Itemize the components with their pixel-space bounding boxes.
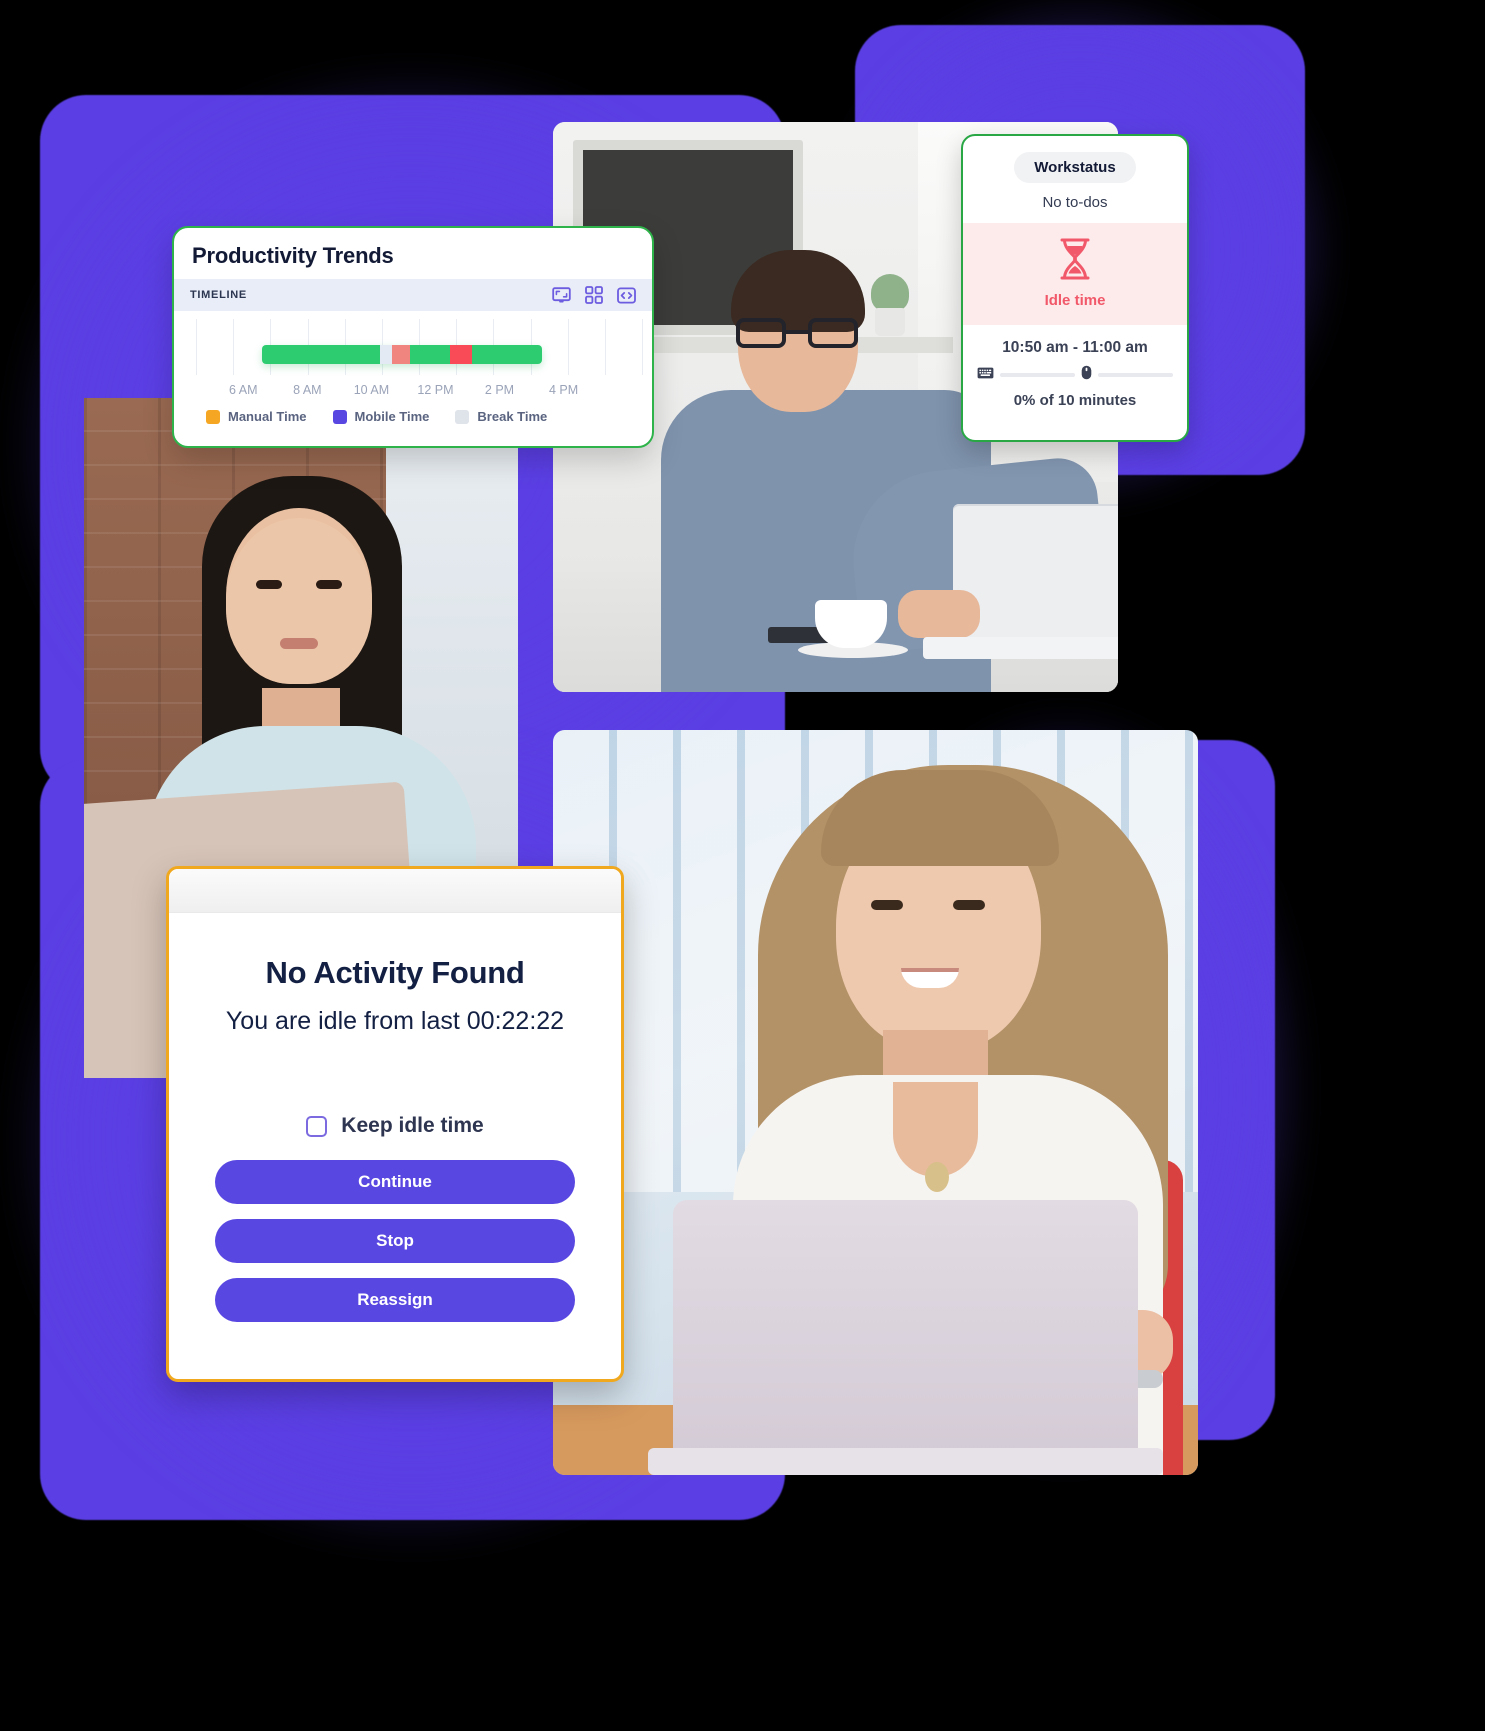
legend-label: Break Time	[477, 409, 548, 424]
legend-item: Mobile Time	[332, 409, 430, 424]
axis-tick-label: 8 AM	[293, 383, 322, 397]
legend-label: Manual Time	[228, 409, 307, 424]
timeline-segment[interactable]	[262, 345, 322, 364]
axis-tick-label: 10 AM	[353, 383, 390, 397]
mouse-activity-track	[1098, 373, 1173, 377]
grid-icon[interactable]	[585, 286, 603, 304]
reassign-button[interactable]: Reassign	[215, 1278, 575, 1322]
photo-woman-smiling-laptop	[553, 730, 1198, 1475]
timeline-segment[interactable]	[409, 345, 450, 364]
legend-label: Mobile Time	[354, 409, 430, 424]
legend-swatch	[455, 409, 470, 424]
timeline-segment[interactable]	[322, 345, 380, 364]
composite-scene: Productivity Trends TIMELINE 6 AM 8 AM 10 …	[0, 0, 1485, 1731]
hourglass-icon	[1055, 238, 1095, 285]
continue-button[interactable]: Continue	[215, 1160, 575, 1204]
legend-swatch	[206, 409, 220, 424]
screen-icon[interactable]	[552, 286, 571, 304]
chart-x-axis: 6 AM 8 AM 10 AM 12 PM 2 PM 4 PM	[174, 383, 652, 399]
dialog-actions: Continue Stop Reassign	[169, 1138, 621, 1322]
keyboard-icon	[977, 366, 994, 384]
dialog-subtitle: You are idle from last 00:22:22	[225, 1007, 565, 1035]
timeline-track[interactable]	[262, 345, 542, 364]
productivity-trends-card: Productivity Trends TIMELINE 6 AM 8 AM 10 …	[172, 226, 654, 448]
workstatus-card: Workstatus No to-dos Idle time 10:50 am …	[961, 134, 1189, 442]
chart-legend: Manual Time Mobile Time Break Time	[174, 403, 652, 424]
status-badge: Idle time	[1044, 292, 1106, 309]
mouse-icon	[1081, 365, 1092, 385]
axis-tick-label: 6 AM	[229, 383, 258, 397]
todos-status: No to-dos	[1042, 194, 1108, 211]
legend-item: Break Time	[455, 409, 547, 424]
legend-swatch	[332, 409, 347, 424]
keyboard-activity-track	[1000, 373, 1075, 377]
dialog-titlebar	[169, 869, 621, 913]
progress-text: 0% of 10 minutes	[1013, 392, 1137, 409]
legend-item: Manual Time	[206, 409, 307, 424]
no-activity-dialog: No Activity Found You are idle from last…	[166, 866, 624, 1382]
timeline-segment[interactable]	[392, 345, 410, 364]
axis-tick-label: 4 PM	[548, 383, 579, 397]
dialog-title: No Activity Found	[265, 955, 525, 990]
idle-status-panel: Idle time	[963, 223, 1187, 325]
keep-idle-time-label: Keep idle time	[341, 1114, 484, 1137]
timeline-segment[interactable]	[449, 345, 472, 364]
time-range: 10:50 am - 11:00 am	[1002, 339, 1148, 356]
keep-idle-time-row[interactable]: Keep idle time	[169, 1114, 621, 1138]
timeline-section-label: TIMELINE	[190, 289, 247, 301]
timeline-segment[interactable]	[472, 345, 542, 364]
keep-idle-time-checkbox[interactable]	[306, 1115, 328, 1137]
activity-meters	[963, 357, 1187, 385]
timeline-segment[interactable]	[379, 345, 392, 364]
stop-button[interactable]: Stop	[215, 1219, 575, 1263]
app-name-badge: Workstatus	[1014, 152, 1136, 183]
axis-tick-label: 2 PM	[484, 383, 515, 397]
page-title: Productivity Trends	[192, 243, 394, 268]
code-icon[interactable]	[617, 286, 636, 304]
timeline-chart: 6 AM 8 AM 10 AM 12 PM 2 PM 4 PM	[174, 311, 652, 403]
axis-tick-label: 12 PM	[417, 383, 454, 397]
timeline-toolbar: TIMELINE	[174, 279, 652, 311]
